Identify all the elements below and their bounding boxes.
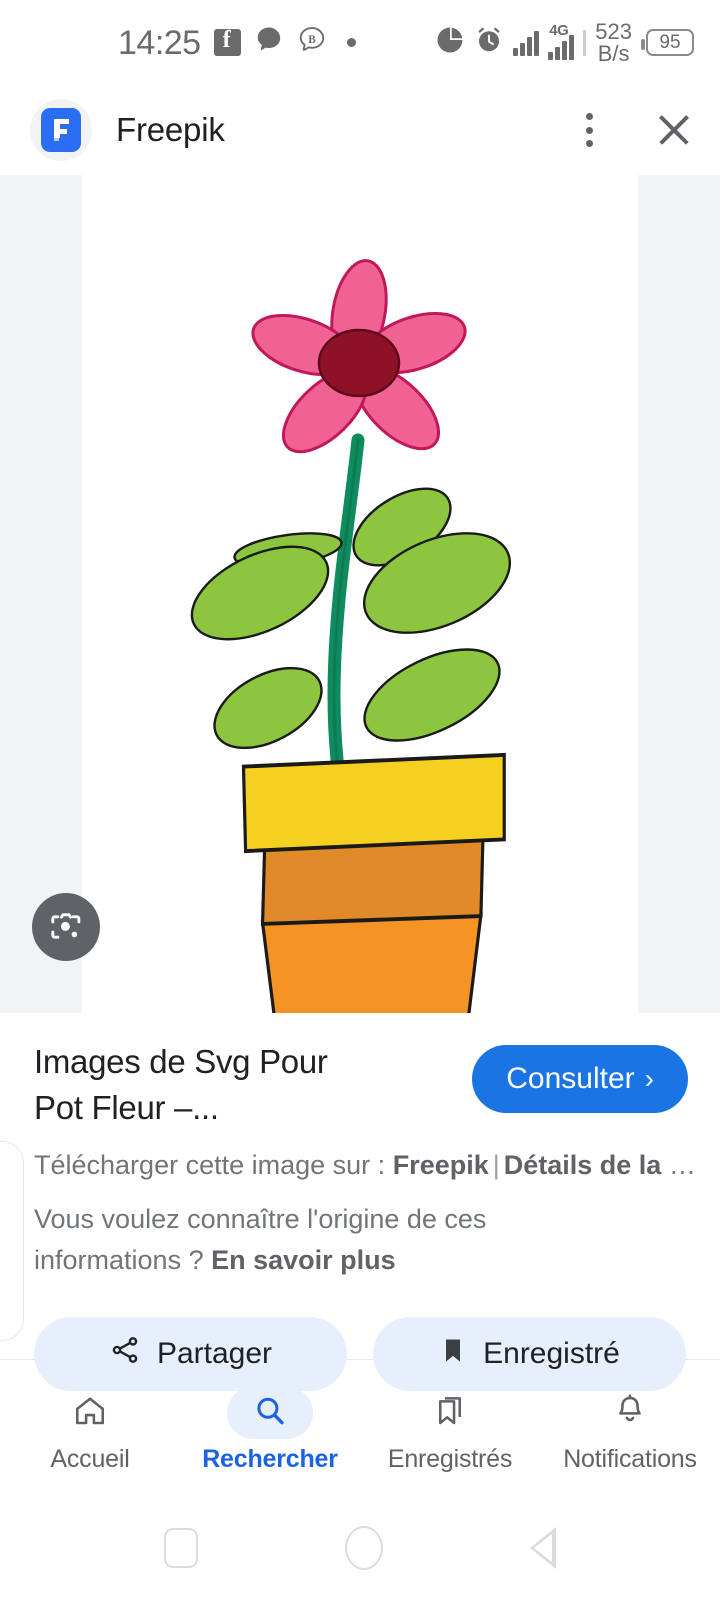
title-row: Images de Svg Pour Pot Fleur –... Consul… [0,1013,720,1131]
search-icon-wrap [227,1387,313,1439]
network-speed-value: 523 [595,18,632,44]
close-icon[interactable] [652,108,696,152]
source-ellipsis: … [668,1150,696,1180]
share-button[interactable]: Partager [34,1317,347,1391]
chevron-right-icon: › [644,1063,654,1094]
flower-pot-artwork [190,259,512,1013]
source-separator: | [492,1150,500,1180]
battery-icon: 95 [641,29,694,56]
nav-label-rechercher: Rechercher [202,1445,338,1473]
nav-item-enregistres[interactable]: Enregistrés [360,1381,540,1474]
saved-button[interactable]: Enregistré [373,1317,686,1391]
bookmarks-icon [432,1393,468,1434]
action-row: Partager Enregistré [0,1281,720,1391]
dot-icon [346,38,356,47]
nav-item-notifications[interactable]: Notifications [540,1381,720,1474]
triangle-back-icon[interactable] [530,1526,557,1569]
nav-label-notifications: Notifications [563,1445,697,1473]
network-speed: 523 B/s [595,18,632,66]
signal-bars-icon [513,30,540,56]
bookmarks-icon-wrap [407,1387,493,1439]
signal-4g-icon: 4G [548,22,575,60]
search-icon [252,1393,288,1434]
status-bar-right: 4G 523 B/s 95 [435,18,694,66]
source-details[interactable]: Détails de la [504,1150,662,1180]
saved-button-label: Enregistré [483,1337,620,1370]
home-icon [72,1393,108,1434]
bip-b-icon: B [297,25,327,60]
bell-icon-wrap [587,1387,673,1439]
message-bubble-icon [254,25,284,60]
consult-button-label: Consulter [506,1062,635,1095]
alarm-clock-icon [474,25,504,60]
status-bar-clock: 14:25 [118,23,201,62]
status-divider [583,29,587,56]
result-info-card: Images de Svg Pour Pot Fleur –... Consul… [0,1013,720,1401]
result-image[interactable] [82,175,638,1013]
nav-item-rechercher[interactable]: Rechercher [180,1381,360,1474]
network-speed-unit: B/s [597,40,630,66]
consult-button[interactable]: Consulter › [472,1045,688,1113]
origin-learn-more-link[interactable]: En savoir plus [211,1245,396,1275]
source-line: Télécharger cette image sur : Freepik | Dé… [0,1131,720,1185]
status-bar-left: 14:25 B [118,25,356,60]
nav-item-accueil[interactable]: Accueil [0,1381,180,1474]
app-header: Freepik [0,85,720,175]
page-title: Freepik [116,111,225,148]
bookmark-filled-icon [439,1335,467,1373]
nav-label-accueil: Accueil [50,1445,130,1473]
result-title: Images de Svg Pour Pot Fleur –... [34,1043,328,1126]
share-icon [109,1334,141,1374]
origin-line: Vous voulez connaître l'origine de ces i… [0,1185,660,1281]
svg-text:B: B [308,34,316,46]
nav-label-enregistres: Enregistrés [387,1445,513,1473]
source-name[interactable]: Freepik [393,1150,489,1180]
share-button-label: Partager [156,1337,273,1370]
source-prefix: Télécharger cette image sur : [34,1150,386,1180]
home-icon-wrap [47,1387,133,1439]
google-lens-icon[interactable] [32,893,100,961]
android-navigation-bar [0,1495,720,1600]
data-usage-pie-icon [435,25,465,60]
avatar [30,99,92,161]
battery-level: 95 [659,31,681,53]
image-viewer[interactable] [0,175,720,1013]
header-actions [572,108,696,152]
kebab-menu-icon[interactable] [572,109,606,151]
facebook-icon [213,27,241,56]
bell-icon [612,1393,648,1434]
circle-home-icon[interactable] [344,1525,383,1570]
square-recents-icon[interactable] [163,1527,198,1568]
status-bar: 14:25 B [0,0,720,85]
freepik-logo-icon [41,108,81,152]
